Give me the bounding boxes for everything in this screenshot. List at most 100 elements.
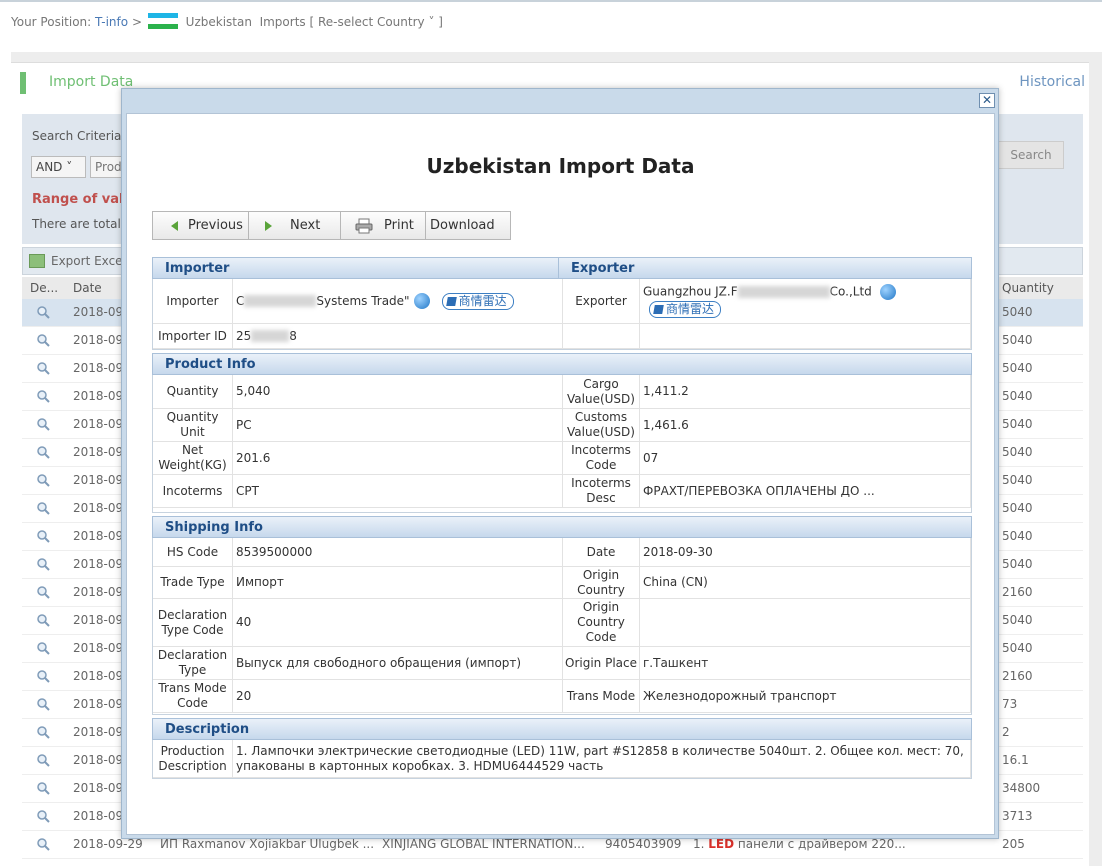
magnifier-icon[interactable] [37, 334, 50, 347]
field-label: Quantity Unit [153, 409, 233, 442]
field-value: 1,461.6 [640, 409, 971, 442]
magnifier-icon[interactable] [37, 390, 50, 403]
next-button[interactable]: Next [248, 211, 341, 240]
empty-cell [563, 324, 640, 349]
field-label: Quantity [153, 375, 233, 409]
magnifier-icon[interactable] [37, 306, 50, 319]
globe-icon[interactable] [879, 284, 896, 300]
row-hs-code: 9405403909 [605, 837, 682, 851]
exporter-name-start: Guangzhou JZ.F [643, 284, 738, 299]
row-date: 2018-09-29 [73, 837, 143, 851]
magnifier-icon[interactable] [37, 502, 50, 515]
field-value: 1,411.2 [640, 375, 971, 409]
print-button[interactable]: Print [340, 211, 426, 240]
row-description: 1. LED панели с драйвером 220... [693, 837, 906, 851]
row-quantity: 5040 [1002, 473, 1033, 487]
magnifier-icon[interactable] [37, 362, 50, 375]
importer-id-end: 8 [289, 328, 297, 343]
row-quantity: 2160 [1002, 585, 1033, 599]
exporter-section-header: Exporter [558, 257, 972, 279]
row-quantity: 5040 [1002, 305, 1033, 319]
importer-id-value: 25 8 [233, 324, 563, 349]
next-label: Next [290, 218, 321, 233]
importer-value: C Systems Trade" 商情雷达 [233, 279, 563, 324]
field-value: ФРАХТ/ПЕРЕВОЗКА ОПЛАЧЕНЫ ДО ... [640, 475, 971, 508]
column-date[interactable]: Date [73, 281, 102, 295]
row-quantity: 205 [1002, 837, 1025, 851]
field-value: Выпуск для свободного обращения (импорт) [233, 647, 563, 680]
description-header: Description [152, 718, 972, 740]
globe-icon[interactable] [413, 293, 430, 309]
modal-toolbar: Previous Next Print Download [152, 211, 511, 240]
exporter-name-end: Co.,Ltd [829, 284, 872, 299]
row-date: 2018-09 [73, 389, 124, 403]
magnifier-icon[interactable] [37, 586, 50, 599]
product-info-grid: Quantity 5,040 Cargo Value(USD) 1,411.2 Quan… [152, 375, 972, 513]
field-label: Declaration Type [153, 647, 233, 680]
redacted-block [244, 295, 317, 307]
field-label: HS Code [153, 538, 233, 567]
radar-icon [445, 296, 457, 306]
row-desc-keyword: LED [708, 837, 735, 851]
magnifier-icon[interactable] [37, 670, 50, 683]
top-divider [0, 0, 1102, 2]
breadcrumb-tinfo-link[interactable]: T-info [95, 15, 128, 29]
row-date: 2018-09 [73, 809, 124, 823]
redacted-block [737, 286, 830, 298]
exporter-value: Guangzhou JZ.F Co.,Ltd 商情雷达 [640, 279, 971, 324]
field-label: Customs Value(USD) [563, 409, 640, 442]
magnifier-icon[interactable] [37, 754, 50, 767]
breadcrumb-section: Imports [259, 15, 306, 29]
search-button[interactable]: Search [998, 141, 1064, 169]
historical-tab[interactable]: Historical [1019, 74, 1085, 90]
magnifier-icon[interactable] [37, 418, 50, 431]
magnifier-icon[interactable] [37, 446, 50, 459]
magnifier-icon[interactable] [37, 474, 50, 487]
magnifier-icon[interactable] [37, 838, 50, 851]
importer-id-label: Importer ID [153, 324, 233, 349]
business-radar-button[interactable]: 商情雷达 [649, 301, 722, 318]
magnifier-icon[interactable] [37, 726, 50, 739]
field-label: Declaration Type Code [153, 599, 233, 647]
magnifier-icon[interactable] [37, 614, 50, 627]
row-quantity: 2160 [1002, 669, 1033, 683]
magnifier-icon[interactable] [37, 558, 50, 571]
row-date: 2018-09 [73, 697, 124, 711]
magnifier-icon[interactable] [37, 698, 50, 711]
parties-grid: Importer C Systems Trade" 商情雷达 Exporter … [152, 279, 972, 350]
download-button[interactable]: Download [425, 211, 511, 240]
export-excel-button[interactable]: Export Exce [51, 254, 123, 268]
importer-section-header: Importer [152, 257, 560, 279]
previous-button[interactable]: Previous [152, 211, 249, 240]
row-date: 2018-09 [73, 669, 124, 683]
magnifier-icon[interactable] [37, 642, 50, 655]
field-value: Импорт [233, 567, 563, 599]
field-label: Date [563, 538, 640, 567]
row-date: 2018-09 [73, 361, 124, 375]
row-date: 2018-09 [73, 501, 124, 515]
field-label: Origin Place [563, 647, 640, 680]
magnifier-icon[interactable] [37, 810, 50, 823]
field-label: Origin Country Code [563, 599, 640, 647]
field-value: CPT [233, 475, 563, 508]
close-icon[interactable]: ✕ [979, 93, 995, 108]
range-label: Range of vali [32, 192, 128, 207]
field-value: 07 [640, 442, 971, 475]
row-quantity: 5040 [1002, 361, 1033, 375]
column-quantity[interactable]: Quantity [1002, 281, 1054, 295]
column-detail[interactable]: De... [30, 281, 58, 295]
row-quantity: 5040 [1002, 501, 1033, 515]
row-date: 2018-09 [73, 585, 124, 599]
search-criteria-label: Search Criteria [32, 129, 122, 143]
field-value: 8539500000 [233, 538, 563, 567]
logic-operator-select[interactable]: AND ˅ [31, 156, 86, 178]
reselect-country-link[interactable]: [ Re-select Country ˅ ] [309, 15, 442, 29]
magnifier-icon[interactable] [37, 530, 50, 543]
magnifier-icon[interactable] [37, 782, 50, 795]
previous-label: Previous [188, 218, 243, 233]
arrow-right-icon [265, 220, 272, 231]
field-label: Net Weight(KG) [153, 442, 233, 475]
field-label: Trans Mode [563, 680, 640, 713]
field-value: Железнодорожный транспорт [640, 680, 971, 713]
business-radar-button[interactable]: 商情雷达 [441, 292, 514, 310]
